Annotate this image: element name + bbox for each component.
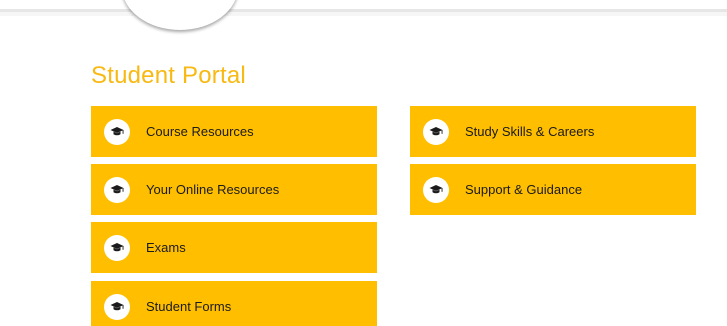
graduation-cap-icon (423, 176, 449, 203)
tile-study-skills-careers[interactable]: Study Skills & Careers (410, 106, 696, 157)
graduation-cap-icon (104, 234, 130, 261)
tile-label: Your Online Resources (146, 182, 280, 197)
tile-support-guidance[interactable]: Support & Guidance (410, 164, 696, 215)
graduation-cap-icon (104, 293, 130, 320)
logo-tab[interactable] (122, 0, 238, 30)
graduation-cap-icon (423, 118, 449, 145)
tile-label: Exams (146, 240, 186, 255)
tile-course-resources[interactable]: Course Resources (91, 106, 377, 157)
tile-label: Student Forms (146, 299, 232, 314)
tile-label: Study Skills & Careers (465, 124, 595, 139)
tile-label: Support & Guidance (465, 182, 583, 197)
graduation-cap-icon (104, 176, 130, 203)
tile-student-forms[interactable]: Student Forms (91, 281, 377, 326)
graduation-cap-icon (104, 118, 130, 145)
tile-label: Course Resources (146, 124, 254, 139)
tile-exams[interactable]: Exams (91, 222, 377, 273)
tile-your-online-resources[interactable]: Your Online Resources (91, 164, 377, 215)
page-title: Student Portal (91, 62, 246, 89)
header-bar (0, 0, 727, 16)
